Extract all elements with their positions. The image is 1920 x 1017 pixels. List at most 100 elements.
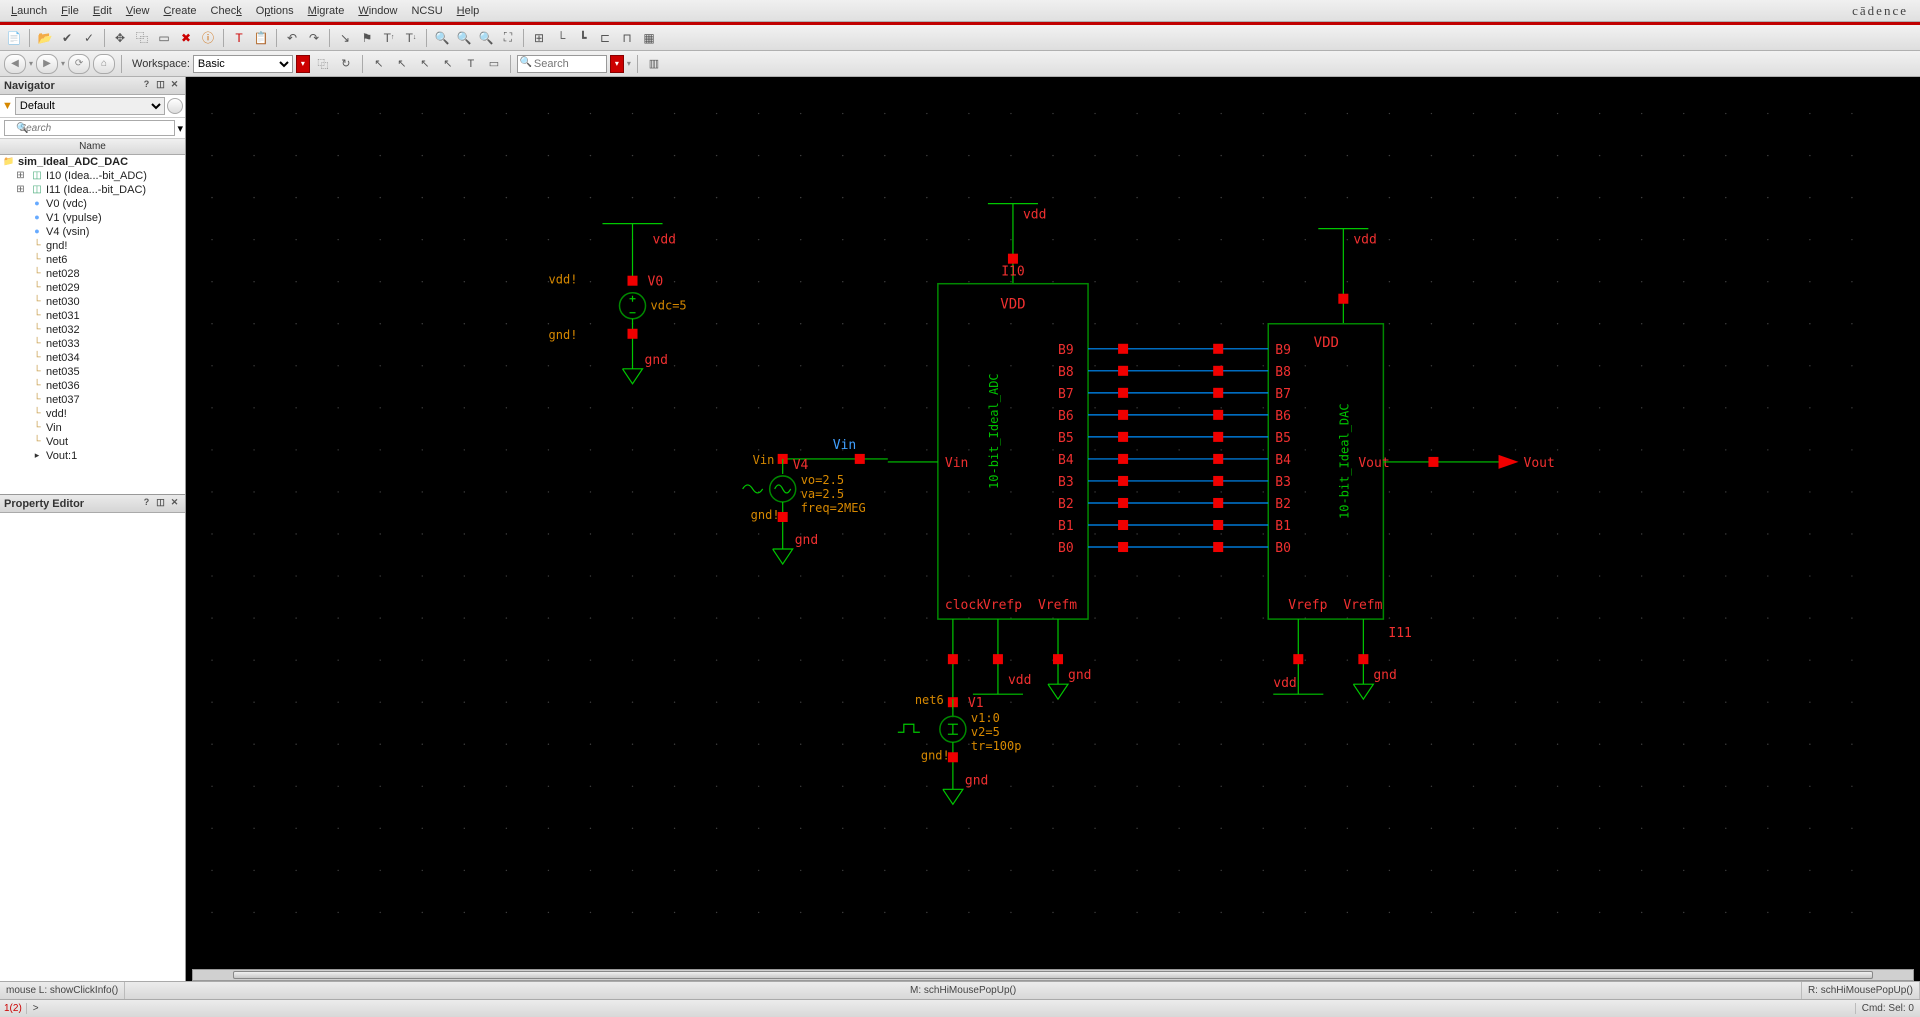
menu-options[interactable]: Options: [249, 3, 301, 19]
up-button[interactable]: ⟳: [68, 54, 90, 74]
home-button[interactable]: ⌂: [93, 54, 115, 74]
menu-window[interactable]: Window: [351, 3, 404, 19]
tree-item[interactable]: V0 (vdc): [0, 197, 185, 211]
menu-migrate[interactable]: Migrate: [301, 3, 352, 19]
tree-item[interactable]: net028: [0, 267, 185, 281]
schematic-canvas[interactable]: vdd vdd! V0 vdc=5 gnd! gnd: [186, 77, 1920, 981]
svg-text:B0: B0: [1058, 541, 1074, 556]
select-area-icon[interactable]: ↖: [438, 54, 458, 74]
tree-item[interactable]: net035: [0, 365, 185, 379]
zoom-in-icon[interactable]: 🔍: [432, 28, 452, 48]
menu-create[interactable]: Create: [156, 3, 203, 19]
pe-undock-icon[interactable]: ◫: [154, 497, 167, 510]
copy-icon[interactable]: ⿻: [132, 28, 152, 48]
undock-icon[interactable]: ◫: [154, 79, 167, 92]
workspace-select[interactable]: Basic: [193, 55, 293, 73]
info-icon[interactable]: ⓘ: [198, 28, 218, 48]
undo-icon[interactable]: ↶: [282, 28, 302, 48]
svg-text:vdd: vdd: [653, 233, 676, 248]
new-icon[interactable]: 📄: [4, 28, 24, 48]
wire-wide-icon[interactable]: ┗: [573, 28, 593, 48]
forward-button[interactable]: ▶: [36, 54, 58, 74]
menu-check[interactable]: Check: [204, 3, 249, 19]
navigator-search-input[interactable]: [4, 120, 175, 136]
menu-view[interactable]: View: [119, 3, 157, 19]
help-icon[interactable]: ?: [140, 79, 153, 92]
zoom-out-icon[interactable]: 🔍: [454, 28, 474, 48]
tree-item[interactable]: net033: [0, 337, 185, 351]
zoom-sel-icon[interactable]: ⛶: [498, 28, 518, 48]
tree-item[interactable]: V4 (vsin): [0, 225, 185, 239]
tree-item[interactable]: Vin: [0, 421, 185, 435]
move-icon[interactable]: ✥: [110, 28, 130, 48]
tree-item[interactable]: Vout:1: [0, 449, 185, 463]
tree-root[interactable]: sim_Ideal_ADC_DAC: [18, 156, 128, 168]
menu-help[interactable]: Help: [450, 3, 487, 19]
navigator-tree[interactable]: sim_Ideal_ADC_DAC I10 (Idea...-bit_ADC)I…: [0, 155, 185, 494]
menu-file[interactable]: File: [54, 3, 86, 19]
tree-item[interactable]: net029: [0, 281, 185, 295]
select-icon[interactable]: ↖: [369, 54, 389, 74]
select-text-icon[interactable]: T: [461, 54, 481, 74]
svg-text:Vrefp: Vrefp: [983, 598, 1022, 613]
pin-icon[interactable]: ⊏: [595, 28, 615, 48]
tree-item[interactable]: net032: [0, 323, 185, 337]
tree-item[interactable]: Vout: [0, 435, 185, 449]
tree-item[interactable]: net031: [0, 309, 185, 323]
tree-item[interactable]: net034: [0, 351, 185, 365]
tree-item[interactable]: I10 (Idea...-bit_ADC): [0, 169, 185, 183]
tree-item[interactable]: V1 (vpulse): [0, 211, 185, 225]
note-icon[interactable]: ▦: [639, 28, 659, 48]
delete-icon[interactable]: ✖: [176, 28, 196, 48]
svg-text:vdd: vdd: [1023, 208, 1046, 223]
tree-item[interactable]: I11 (Idea...-bit_DAC): [0, 183, 185, 197]
pe-help-icon[interactable]: ?: [140, 497, 153, 510]
flag-icon[interactable]: ⚑: [357, 28, 377, 48]
instance-icon[interactable]: ⊞: [529, 28, 549, 48]
text-icon[interactable]: T: [229, 28, 249, 48]
filter-options-icon[interactable]: [167, 98, 183, 114]
redo-icon[interactable]: ↷: [304, 28, 324, 48]
horizontal-scrollbar[interactable]: [192, 969, 1914, 981]
tree-item[interactable]: net036: [0, 379, 185, 393]
ws-revert-icon[interactable]: ↻: [336, 54, 356, 74]
tree-item[interactable]: net037: [0, 393, 185, 407]
workspace-dropdown-icon[interactable]: ▾: [296, 55, 310, 73]
menu-ncsu[interactable]: NCSU: [404, 3, 449, 19]
left-panel: Navigator ? ◫ ✕ ▼ Default 🔍 ▾ Name sim_I…: [0, 77, 186, 981]
tree-item[interactable]: vdd!: [0, 407, 185, 421]
select-add-icon[interactable]: ↖: [392, 54, 412, 74]
tree-item[interactable]: net6: [0, 253, 185, 267]
select-all-icon[interactable]: ▭: [484, 54, 504, 74]
search-dropdown-icon[interactable]: ▾: [610, 55, 624, 73]
close-icon[interactable]: ✕: [168, 79, 181, 92]
navigator-filter-select[interactable]: Default: [15, 97, 165, 115]
menu-edit[interactable]: Edit: [86, 3, 119, 19]
probe-icon[interactable]: ↘: [335, 28, 355, 48]
zoom-fit-icon[interactable]: 🔍: [476, 28, 496, 48]
label-icon[interactable]: ⊓: [617, 28, 637, 48]
select-line-icon[interactable]: ↖: [415, 54, 435, 74]
nav-search-dropdown-icon[interactable]: ▾: [177, 122, 183, 135]
menu-launch[interactable]: Launch: [4, 3, 54, 19]
svg-text:freq=2MEG: freq=2MEG: [801, 501, 866, 515]
cmd-prompt[interactable]: >: [27, 1003, 1855, 1014]
check-icon[interactable]: ✓: [79, 28, 99, 48]
ws-save-icon[interactable]: ⿻: [313, 54, 333, 74]
svg-text:vdd: vdd: [1353, 233, 1376, 248]
tree-item[interactable]: net030: [0, 295, 185, 309]
wire-icon[interactable]: └: [551, 28, 571, 48]
schematic-svg[interactable]: vdd vdd! V0 vdc=5 gnd! gnd: [192, 83, 1914, 975]
save-icon[interactable]: ✔: [57, 28, 77, 48]
svg-text:vo=2.5: vo=2.5: [801, 473, 844, 487]
pe-close-icon[interactable]: ✕: [168, 497, 181, 510]
text-down-icon[interactable]: T↓: [401, 28, 421, 48]
stretch-icon[interactable]: ▭: [154, 28, 174, 48]
open-icon[interactable]: 📂: [35, 28, 55, 48]
paste-icon[interactable]: 📋: [251, 28, 271, 48]
tree-item[interactable]: gnd!: [0, 239, 185, 253]
text-up-icon[interactable]: T↑: [379, 28, 399, 48]
navigator-column-header[interactable]: Name: [0, 139, 185, 155]
back-button[interactable]: ◀: [4, 54, 26, 74]
abstract-icon[interactable]: ▥: [644, 54, 664, 74]
